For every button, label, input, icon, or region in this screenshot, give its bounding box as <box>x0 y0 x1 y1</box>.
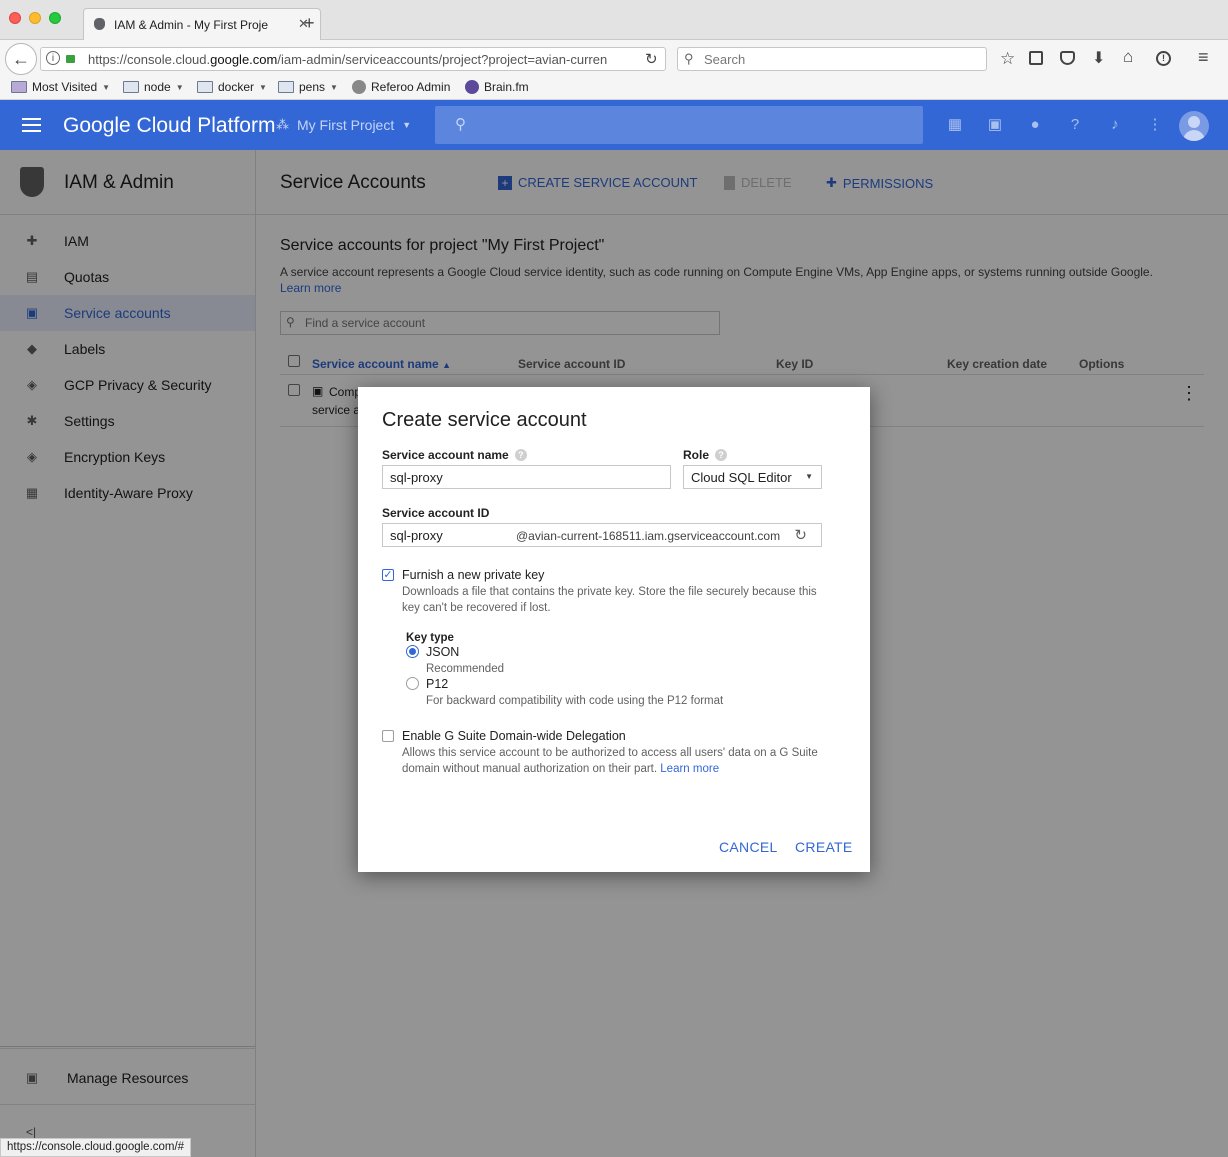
name-label: Service account name? <box>382 448 527 462</box>
furnish-key-label[interactable]: Furnish a new private key <box>402 568 544 582</box>
status-url: https://console.cloud.google.com/# <box>0 1138 192 1157</box>
bookmark-star-icon[interactable]: ☆ <box>1000 49 1015 69</box>
json-radio[interactable] <box>406 645 419 658</box>
id-label: Service account ID <box>382 506 490 520</box>
gsuite-delegation-label[interactable]: Enable G Suite Domain-wide Delegation <box>402 729 626 743</box>
tab-title: IAM & Admin - My First Proje <box>114 18 269 32</box>
new-tab-icon[interactable]: + <box>304 13 315 34</box>
search-placeholder: Search <box>704 52 746 67</box>
gcp-brand[interactable]: Google Cloud Platform <box>63 114 275 138</box>
search-icon: ⚲ <box>455 116 466 133</box>
bookmark-label: pens <box>299 80 326 94</box>
gsuite-learn-more-link[interactable]: Learn more <box>660 763 719 775</box>
chevron-down-icon: ▼ <box>175 82 184 92</box>
bookmark-most-visited[interactable]: Most Visited ▼ <box>11 80 110 94</box>
avatar[interactable] <box>1179 111 1209 141</box>
help-icon[interactable]: ? <box>514 449 527 461</box>
chevron-down-icon: ▼ <box>402 120 412 130</box>
bookmark-label: Most Visited <box>32 80 98 94</box>
hamburger-menu-icon[interactable]: ≡ <box>1198 47 1209 68</box>
folder-icon <box>197 81 213 93</box>
bookmark-label: Brain.fm <box>484 80 529 94</box>
furnish-desc-line1: Downloads a file that contains the priva… <box>402 586 817 598</box>
key-type-label: Key type <box>406 632 454 644</box>
bookmark-node[interactable]: node ▼ <box>123 80 184 94</box>
gift-icon[interactable]: ▦ <box>946 116 964 134</box>
minimize-window-button[interactable] <box>29 12 41 24</box>
role-select[interactable]: Cloud SQL Editor ▼ <box>683 465 822 489</box>
shield-icon <box>94 18 105 30</box>
bookmark-referoo-admin[interactable]: Referoo Admin <box>352 80 450 94</box>
json-desc: Recommended <box>426 663 504 675</box>
reload-icon[interactable]: ↻ <box>645 50 658 68</box>
folder-icon <box>278 81 294 93</box>
service-account-name-input[interactable]: sql-proxy <box>382 465 671 489</box>
role-label: Role? <box>683 448 728 462</box>
gsuite-desc-line2: domain without manual authorization on t… <box>402 763 720 775</box>
cloud-shell-icon[interactable]: ▣ <box>986 116 1004 134</box>
notifications-bell-icon[interactable]: ♪ <box>1106 116 1124 134</box>
globe-icon <box>352 80 366 94</box>
bookmarks-bar: Most Visited ▼ node ▼ docker ▼ pens ▼ Refero… <box>0 76 1228 100</box>
brainfm-icon <box>465 80 479 94</box>
help-icon[interactable]: ? <box>1066 116 1084 134</box>
most-visited-icon <box>11 81 27 93</box>
folder-icon <box>123 81 139 93</box>
bookmark-docker[interactable]: docker ▼ <box>197 80 267 94</box>
browser-tab[interactable]: IAM & Admin - My First Proje ✕ <box>83 8 321 41</box>
project-selector[interactable]: ⁂ My First Project ▼ <box>276 117 411 133</box>
chevron-down-icon: ▼ <box>102 82 111 92</box>
furnish-desc-line2: key can't be recovered if lost. <box>402 602 551 614</box>
dialog-title: Create service account <box>382 409 587 431</box>
bookmark-pens[interactable]: pens ▼ <box>278 80 338 94</box>
refresh-icon[interactable]: ↻ <box>794 526 807 544</box>
browser-search-input[interactable]: ⚲ Search <box>677 47 987 71</box>
gsuite-delegation-checkbox[interactable] <box>382 730 394 742</box>
browser-tab-bar: IAM & Admin - My First Proje ✕ + <box>0 0 1228 41</box>
search-icon: ⚲ <box>684 51 694 66</box>
help-icon[interactable]: ? <box>715 449 728 461</box>
json-label[interactable]: JSON <box>426 645 459 659</box>
more-vert-icon[interactable]: ⋮ <box>1146 116 1164 134</box>
p12-desc: For backward compatibility with code usi… <box>426 695 724 707</box>
gcp-search-input[interactable]: ⚲ <box>435 106 923 144</box>
id-value: sql-proxy <box>390 528 443 543</box>
chevron-down-icon: ▼ <box>259 82 267 92</box>
create-button[interactable]: CREATE <box>795 839 853 855</box>
identity-icon[interactable]: ! <box>1156 51 1171 66</box>
bookmark-label: Referoo Admin <box>371 80 451 94</box>
project-dots-icon: ⁂ <box>276 117 289 132</box>
bookmark-brain-fm[interactable]: Brain.fm <box>465 80 529 94</box>
project-name: My First Project <box>297 117 395 133</box>
reader-list-icon[interactable] <box>1029 51 1043 65</box>
id-suffix: @avian-current-168511.iam.gserviceaccoun… <box>516 529 781 543</box>
download-icon[interactable]: ⬇ <box>1092 48 1105 68</box>
home-icon[interactable]: ⌂ <box>1123 47 1133 67</box>
bookmark-label: docker <box>218 80 255 94</box>
zoom-window-button[interactable] <box>49 12 61 24</box>
furnish-key-checkbox[interactable]: ✓ <box>382 569 394 581</box>
chevron-down-icon: ▼ <box>330 82 338 92</box>
service-account-id-input[interactable]: sql-proxy @avian-current-168511.iam.gser… <box>382 523 822 547</box>
cancel-button[interactable]: CANCEL <box>719 839 778 855</box>
create-service-account-dialog: Create service account Service account n… <box>358 387 870 872</box>
close-window-button[interactable] <box>9 12 21 24</box>
divider <box>0 1046 255 1047</box>
chevron-down-icon: ▼ <box>805 472 813 481</box>
nav-menu-icon[interactable] <box>22 118 41 132</box>
role-value: Cloud SQL Editor <box>691 470 792 485</box>
feedback-icon[interactable]: ● <box>1026 116 1044 134</box>
url-bar[interactable]: i https://console.cloud.google.com/iam-a… <box>40 47 666 71</box>
lock-icon <box>66 55 75 63</box>
gsuite-desc-line1: Allows this service account to be author… <box>402 747 818 759</box>
p12-label[interactable]: P12 <box>426 677 448 691</box>
url-text: https://console.cloud.google.com/iam-adm… <box>88 52 608 67</box>
back-arrow-icon[interactable]: ← <box>5 43 37 75</box>
p12-radio[interactable] <box>406 677 419 690</box>
bookmark-label: node <box>144 80 171 94</box>
info-icon[interactable]: i <box>46 51 60 65</box>
